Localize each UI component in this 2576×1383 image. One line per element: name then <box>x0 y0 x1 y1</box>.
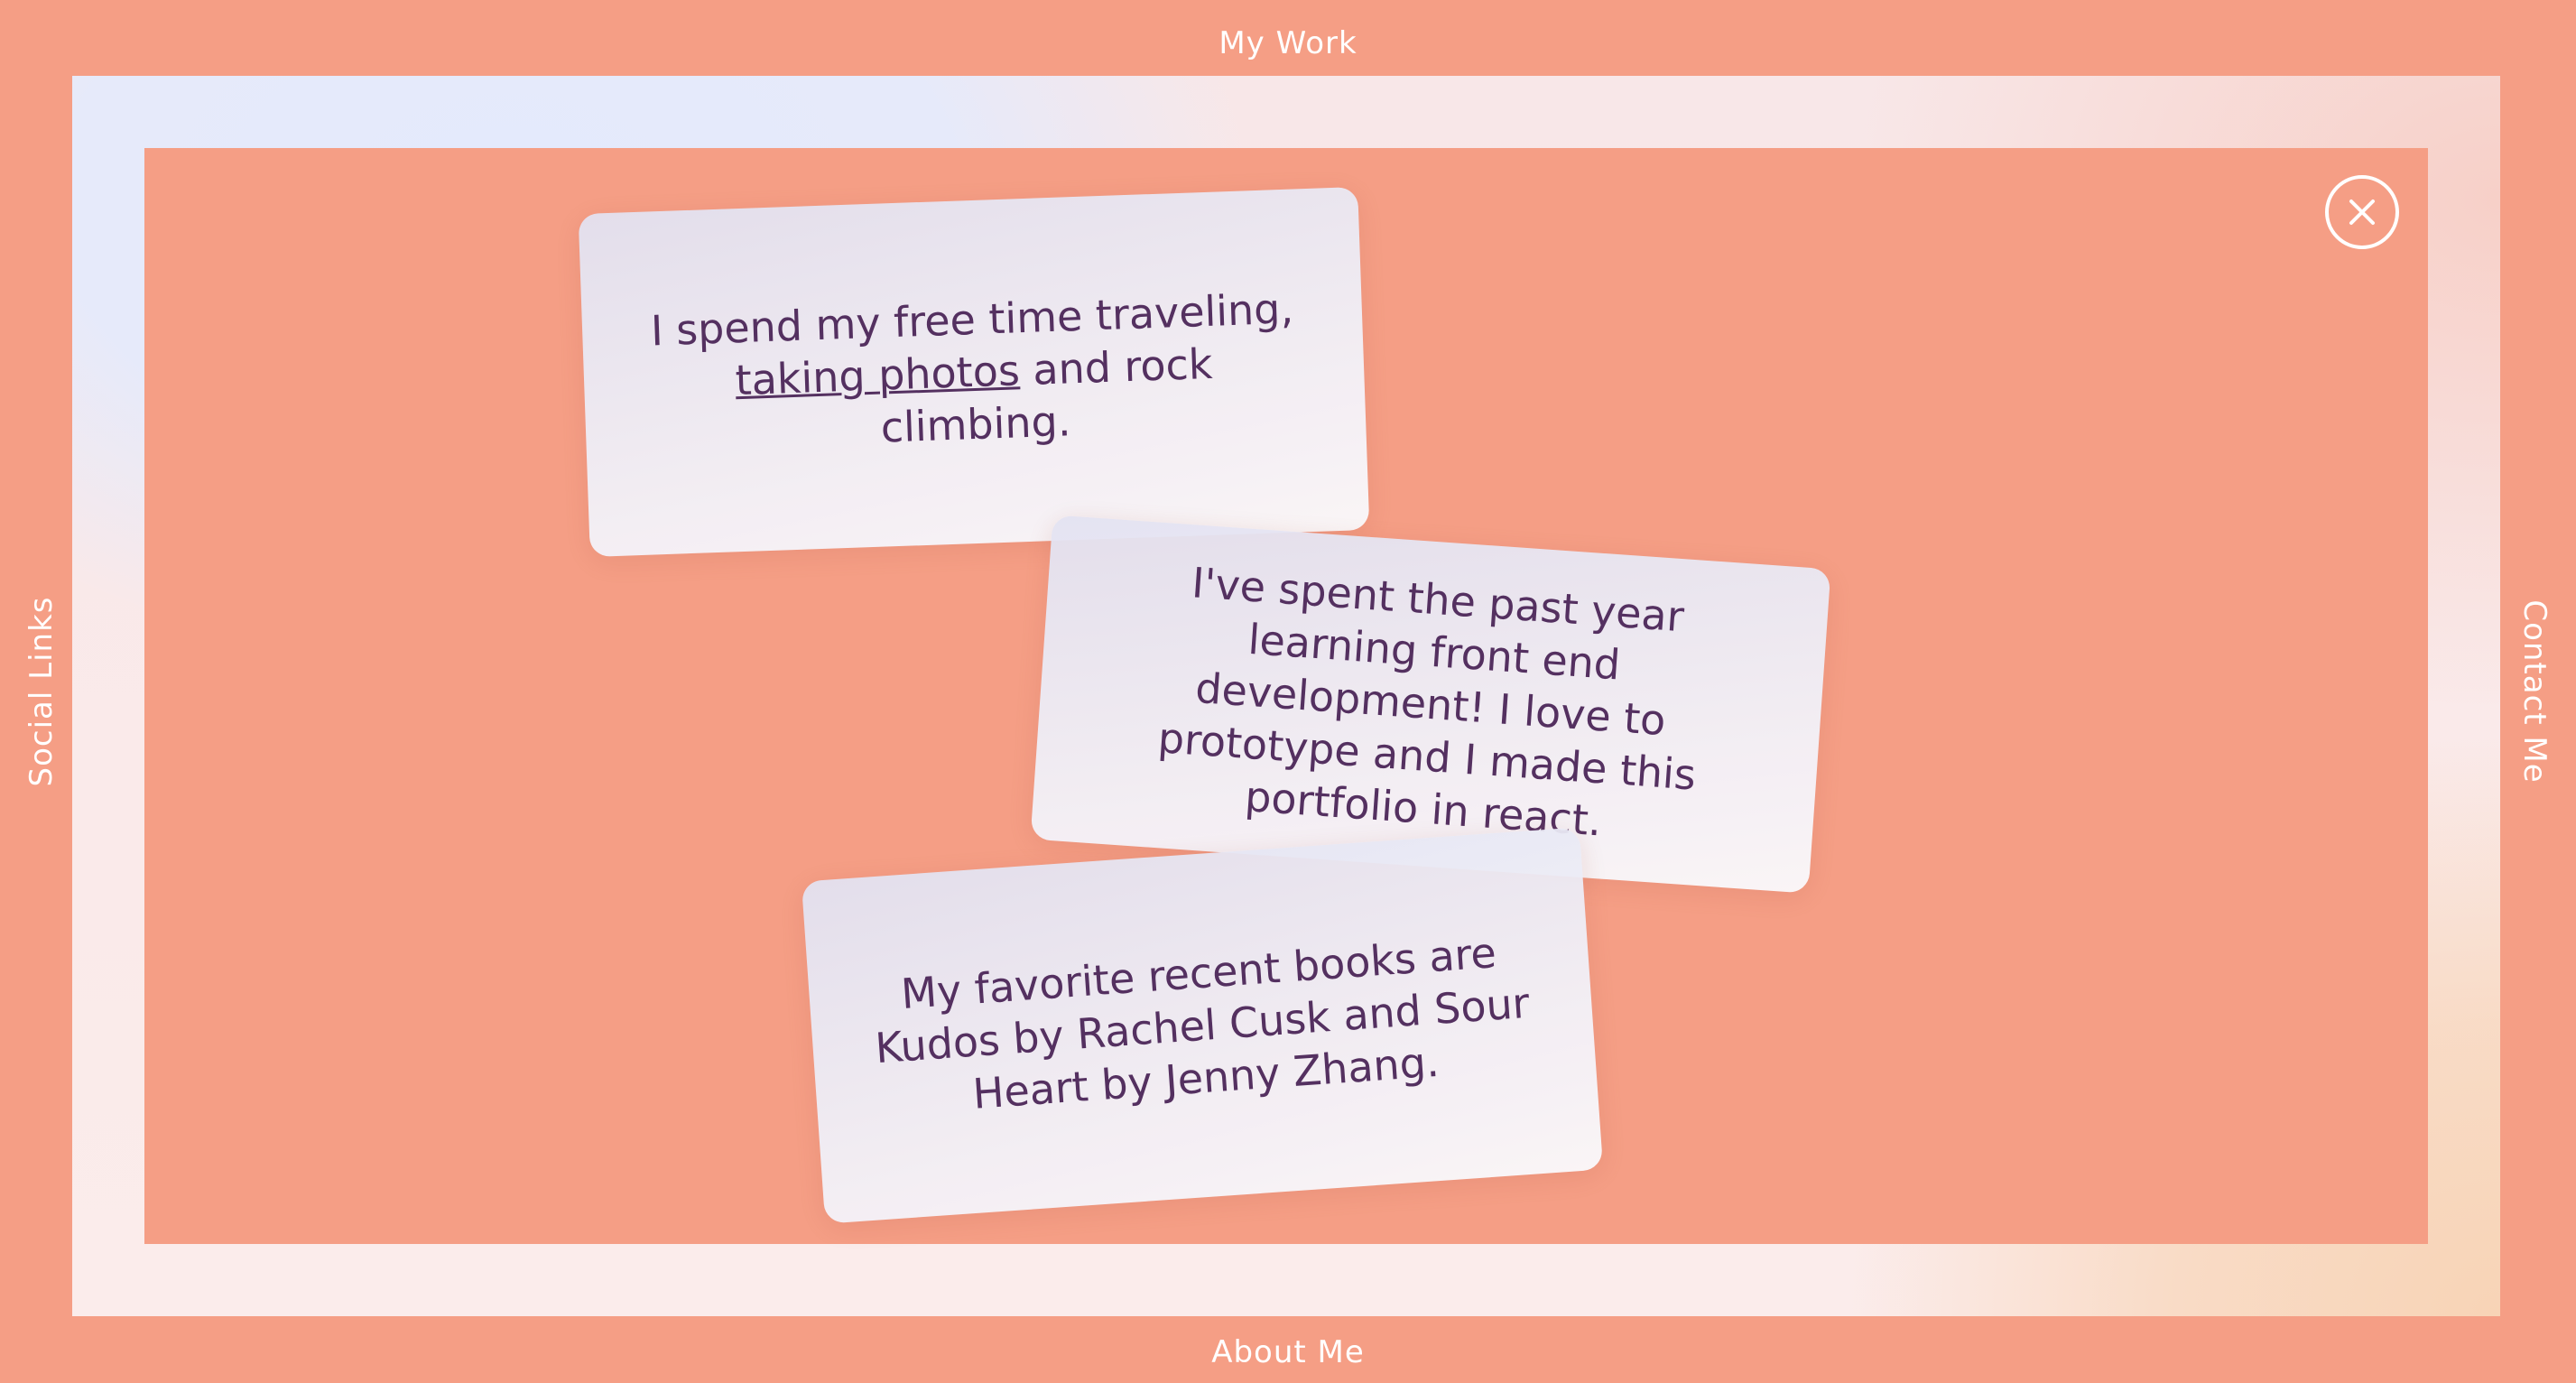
close-x-icon <box>2349 200 2375 225</box>
nav-about-me-link[interactable]: About Me <box>0 1334 2576 1370</box>
nav-my-work-link[interactable]: My Work <box>0 25 2576 61</box>
portfolio-page: My Work About Me Social Links Contact Me… <box>0 0 2576 1383</box>
nav-social-links-link[interactable]: Social Links <box>23 597 60 787</box>
about-card-hobbies: I spend my free time traveling, taking p… <box>578 187 1370 557</box>
about-card-books: My favorite recent books are Kudos by Ra… <box>801 827 1604 1224</box>
taking-photos-link[interactable]: taking photos <box>735 346 1021 404</box>
close-button[interactable] <box>2325 175 2399 249</box>
card-text: My favorite recent books are Kudos by Ra… <box>873 928 1532 1118</box>
card-text: I spend my free time traveling, taking p… <box>637 282 1311 462</box>
card-text: I've spent the past year learning front … <box>1156 558 1698 846</box>
nav-contact-me-link[interactable]: Contact Me <box>2516 599 2553 783</box>
